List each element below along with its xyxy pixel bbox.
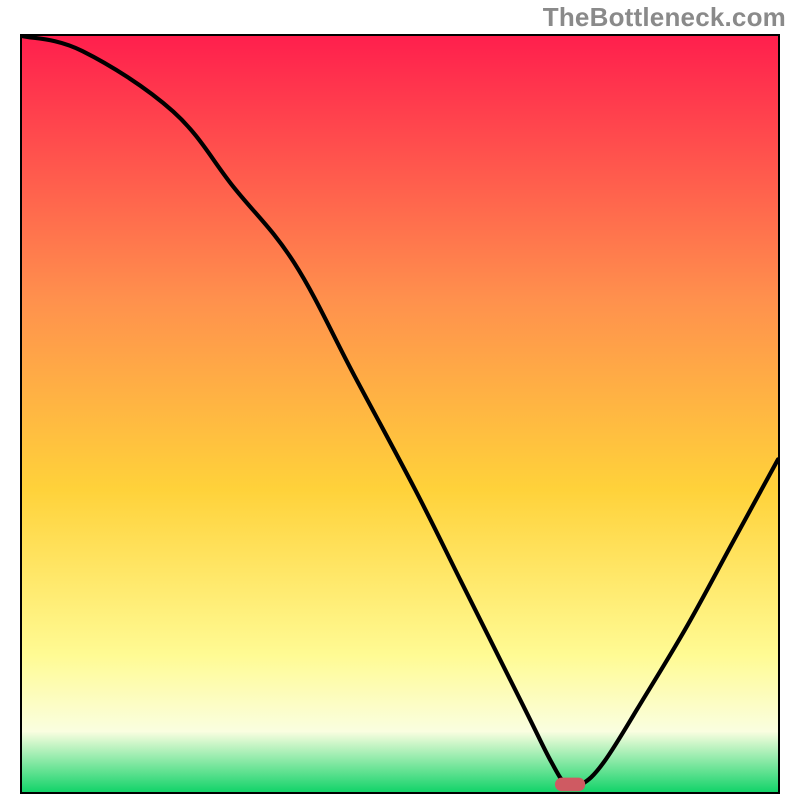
min-marker <box>22 36 778 792</box>
chart-container: TheBottleneck.com <box>0 0 800 800</box>
watermark-text: TheBottleneck.com <box>543 2 786 33</box>
plot-area <box>20 34 780 794</box>
